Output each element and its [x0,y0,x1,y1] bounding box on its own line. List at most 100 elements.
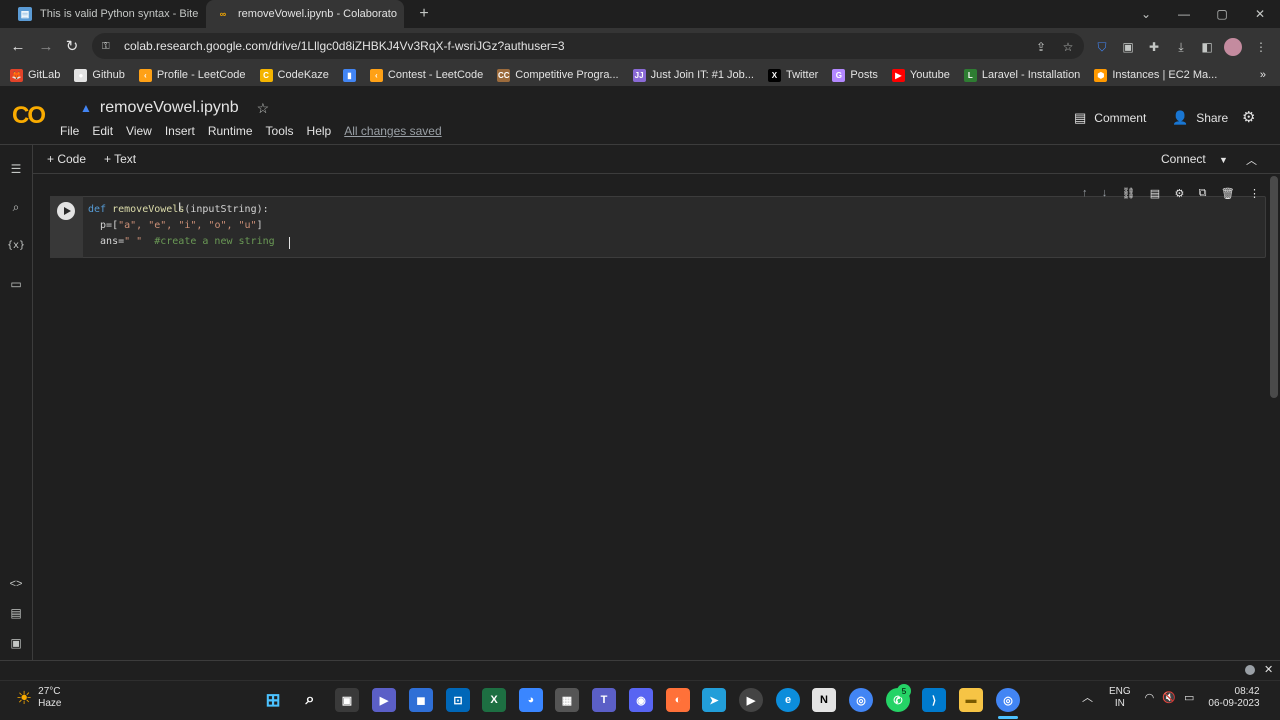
variables-icon[interactable]: {x} [6,235,26,255]
clock[interactable]: 08:42 06-09-2023 [1208,686,1259,710]
menu-edit[interactable]: Edit [92,124,113,138]
comment-button[interactable]: ▤ Comment [1074,108,1146,128]
excel-icon[interactable]: X [482,688,506,712]
edge-icon[interactable]: e [776,688,800,712]
notebook-title[interactable]: removeVowel.ipynb [100,99,239,117]
start-windows-icon[interactable]: ⊞ [261,688,285,712]
settings-gear-icon[interactable]: ⚙ [1242,108,1255,126]
terminal-icon[interactable]: ▣ [6,633,26,653]
task-view-icon[interactable]: ▣ [335,688,359,712]
comment-cell-icon[interactable]: ▤ [1150,187,1160,200]
reload-icon[interactable]: ↻ [60,34,84,58]
download-icon[interactable]: ⤓ [1172,38,1190,56]
extensions-puzzle-icon[interactable]: ✚ [1145,38,1163,56]
extension-icon[interactable]: ▣ [1119,38,1137,56]
run-cell-button[interactable] [57,202,75,220]
bookmark-item[interactable]: ▮ [342,68,356,82]
bookmark-item[interactable]: L Laravel - Installation [963,68,1080,82]
tray-overflow-chevron-icon[interactable]: ︿ [1082,692,1093,704]
bookmark-item[interactable]: X Twitter [767,68,818,82]
chrome-profile-icon[interactable]: ◎ [996,688,1020,712]
maximize-button[interactable]: ▢ [1203,0,1241,28]
address-bar[interactable]: ⚿ colab.research.google.com/drive/1Lllgc… [92,33,1084,59]
search-icon[interactable]: ⌕ [6,197,26,217]
bookmark-item[interactable]: 🦊 GitLab [10,68,60,82]
teams-chat-icon[interactable]: ▶ [372,688,396,712]
battery-icon[interactable]: ▭ [1184,692,1194,704]
bookmark-item[interactable]: G Posts [832,68,878,82]
extension-shield-icon[interactable]: ⛉ [1093,38,1111,56]
window-close-button[interactable]: ✕ [1241,0,1279,28]
menu-tools[interactable]: Tools [266,124,294,138]
side-panel-icon[interactable]: ◧ [1198,38,1216,56]
calculator-icon[interactable]: ▦ [555,688,579,712]
bookmarks-overflow-icon[interactable]: » [1260,69,1266,81]
file-explorer-icon[interactable]: ▬ [959,688,983,712]
code-snippets-icon[interactable]: <> [6,574,26,594]
browser-menu-icon[interactable]: ⋮ [1252,38,1270,56]
wifi-icon[interactable]: ◠ [1145,692,1155,704]
status-close-icon[interactable]: ✕ [1264,663,1273,676]
bookmark-item[interactable]: ● Github [74,68,125,82]
bookmark-item[interactable]: C CodeKaze [259,68,329,82]
firefox-icon[interactable]: ◐ [666,688,690,712]
add-text-button[interactable]: + Text [104,152,136,166]
whiteboard-icon[interactable]: ◕ [519,688,543,712]
scrollbar[interactable] [1270,176,1278,398]
cell-settings-icon[interactable]: ⚙ [1174,187,1184,200]
collapse-header-icon[interactable]: ︿ [1246,152,1257,168]
move-down-icon[interactable]: ↓ [1102,187,1108,199]
notion-icon[interactable]: N [812,688,836,712]
telegram-icon[interactable]: ➤ [702,688,726,712]
connect-button[interactable]: Connect ▼ [1161,152,1228,166]
volume-muted-icon[interactable]: 🔇 [1162,692,1176,704]
chrome-icon[interactable]: ◎ [849,688,873,712]
move-up-icon[interactable]: ↑ [1082,187,1088,199]
forward-icon[interactable]: → [34,34,58,58]
language-indicator[interactable]: ENG IN [1109,686,1131,710]
bookmark-star-icon[interactable]: ☆ [1059,38,1077,56]
code-line-2[interactable]: p=["a", "e", "i", "o", "u"] [88,220,263,231]
store-icon[interactable]: ⊡ [446,688,470,712]
bookmark-item[interactable]: ⬢ Instances | EC2 Ma... [1094,68,1217,82]
star-icon[interactable]: ☆ [257,100,270,117]
new-tab-button[interactable]: + [405,0,443,28]
tab-search-chevron-icon[interactable]: ⌄ [1127,0,1165,28]
status-dot[interactable] [1245,665,1255,675]
media-player-icon[interactable]: ▶ [739,688,763,712]
back-icon[interactable]: ← [6,34,30,58]
bookmark-item[interactable]: JJ Just Join IT: #1 Job... [632,68,754,82]
teams-icon[interactable]: T [592,688,616,712]
add-code-button[interactable]: + Code [47,152,86,166]
bookmark-item[interactable]: ‹ Contest - LeetCode [369,68,483,82]
command-palette-icon[interactable]: ▤ [6,603,26,623]
tab-colab[interactable]: ∞ removeVowel.ipynb - Colaborato ✕ [206,0,404,28]
menu-insert[interactable]: Insert [165,124,195,138]
menu-view[interactable]: View [126,124,152,138]
bookmark-item[interactable]: CC Competitive Progra... [497,68,619,82]
files-folder-icon[interactable]: ▭ [6,274,26,294]
mirror-cell-icon[interactable]: ⧉ [1199,187,1207,200]
save-status[interactable]: All changes saved [344,124,441,138]
menu-help[interactable]: Help [307,124,332,138]
share-page-icon[interactable]: ⇪ [1032,38,1050,56]
table-of-contents-icon[interactable]: ☰ [6,159,26,179]
avatar[interactable] [1224,38,1242,56]
taskbar-search-icon[interactable]: ⌕ [298,688,322,712]
delete-icon[interactable]: 🗑 [1221,187,1235,200]
menu-runtime[interactable]: Runtime [208,124,253,138]
discord-icon[interactable]: ◉ [629,688,653,712]
bookmark-item[interactable]: ▶ Youtube [891,68,950,82]
link-icon[interactable]: ⛓ [1122,187,1136,200]
code-line-3[interactable]: ans=" " #create a new string [88,236,275,247]
site-info-icon[interactable]: ⚿ [102,41,116,52]
bookmark-item[interactable]: ‹ Profile - LeetCode [138,68,246,82]
zoom-icon[interactable]: ◼ [409,688,433,712]
vscode-icon[interactable]: ⟩ [922,688,946,712]
weather-widget[interactable]: ☀ 27°C Haze [16,686,62,710]
dropdown-arrow-icon[interactable]: ▼ [1219,155,1228,165]
colab-logo[interactable]: CO [12,102,46,130]
more-options-icon[interactable]: ⋮ [1249,187,1260,200]
minimize-button[interactable]: — [1165,0,1203,28]
share-button[interactable]: 👤 Share [1172,108,1228,128]
